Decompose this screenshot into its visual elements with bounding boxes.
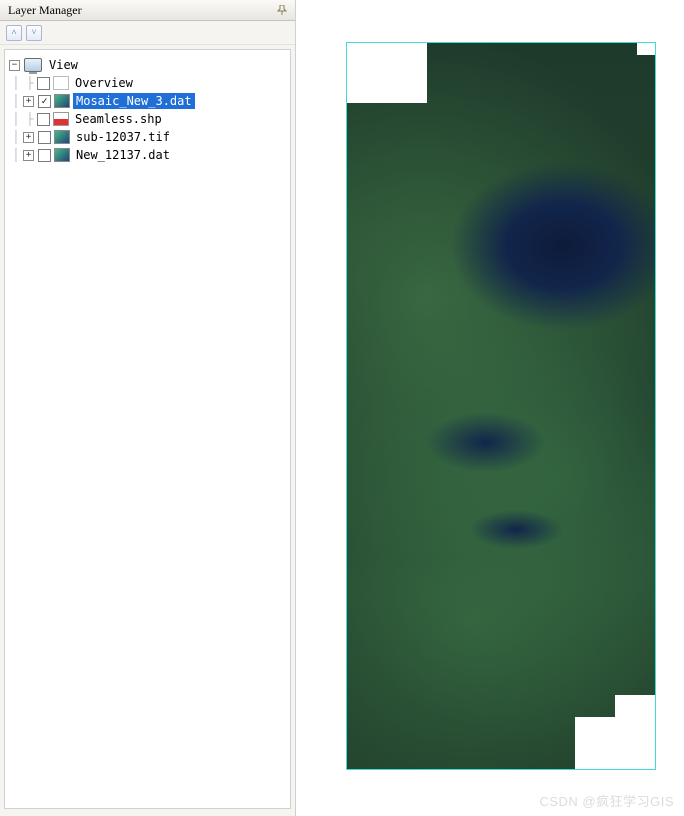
mosaic-image-frame [346, 42, 656, 770]
collapse-all-button[interactable]: ˄ [6, 25, 22, 41]
tree-item-mosaic[interactable]: │ + ✓ Mosaic_New_3.dat [9, 92, 286, 110]
expander-icon[interactable]: + [23, 96, 34, 107]
nodata-region [637, 43, 655, 55]
panel-title: Layer Manager [8, 3, 82, 18]
checkbox[interactable] [37, 77, 50, 90]
nodata-region [575, 717, 655, 769]
overview-icon [53, 76, 69, 90]
tree-item-overview[interactable]: │ ├ Overview [9, 74, 286, 92]
raster-icon [54, 130, 70, 144]
tree-item-label: Overview [72, 75, 136, 91]
expander-icon[interactable]: + [23, 150, 34, 161]
layer-manager-panel: Layer Manager ˄ ˅ − View │ ├ Overview │ … [0, 0, 296, 816]
expander-icon[interactable]: + [23, 132, 34, 143]
expander-icon[interactable]: − [9, 60, 20, 71]
expand-all-button[interactable]: ˅ [26, 25, 42, 41]
shapefile-icon [53, 112, 69, 126]
checkbox[interactable] [38, 149, 51, 162]
panel-toolbar: ˄ ˅ [0, 21, 295, 45]
nodata-region [347, 43, 427, 103]
layer-tree[interactable]: − View │ ├ Overview │ + ✓ Mosaic_New_3.d… [4, 49, 291, 809]
tree-item-label: Seamless.shp [72, 111, 165, 127]
view-icon [24, 58, 42, 72]
tree-item-label: Mosaic_New_3.dat [73, 93, 195, 109]
tree-item-seamless[interactable]: │ ├ Seamless.shp [9, 110, 286, 128]
tree-item-new12137[interactable]: │ + New_12137.dat [9, 146, 286, 164]
tree-item-label: New_12137.dat [73, 147, 173, 163]
nodata-region [615, 695, 655, 717]
tree-root-label: View [46, 57, 81, 73]
tree-root-view[interactable]: − View [9, 56, 286, 74]
checkbox[interactable]: ✓ [38, 95, 51, 108]
tree-item-sub12037[interactable]: │ + sub-12037.tif [9, 128, 286, 146]
tree-item-label: sub-12037.tif [73, 129, 173, 145]
map-viewport[interactable] [296, 0, 684, 816]
checkbox[interactable] [38, 131, 51, 144]
raster-icon [54, 94, 70, 108]
satellite-mosaic-image [347, 43, 655, 769]
watermark-text: CSDN @疯狂学习GIS [539, 791, 674, 810]
panel-pin-icon[interactable] [275, 3, 289, 17]
raster-icon [54, 148, 70, 162]
checkbox[interactable] [37, 113, 50, 126]
panel-header: Layer Manager [0, 0, 295, 21]
